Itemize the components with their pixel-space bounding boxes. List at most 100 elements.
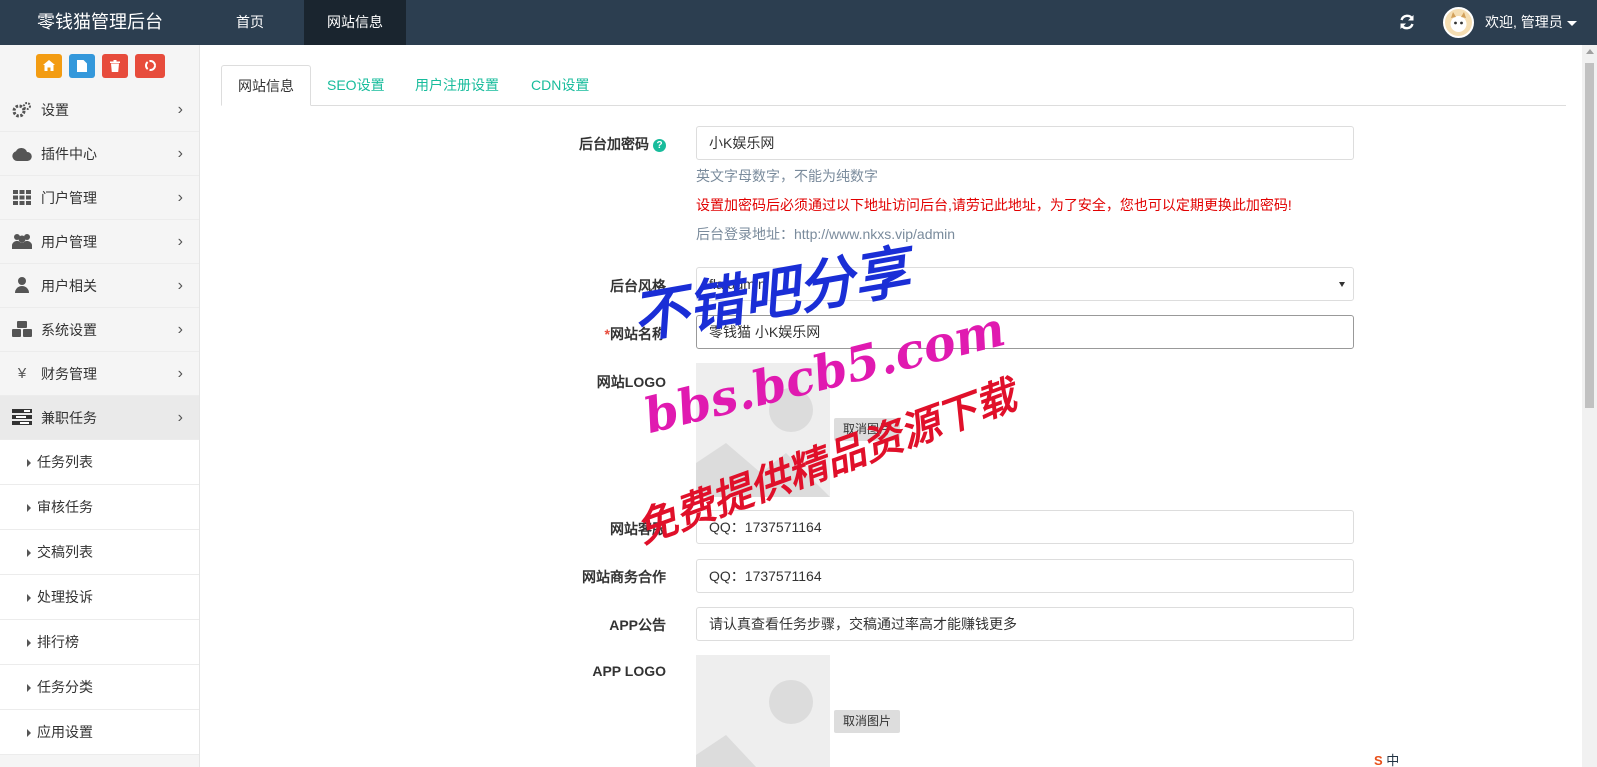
sidebar-subitem-label: 审核任务 [37,499,93,515]
sidebar-item-label: 门户管理 [41,190,97,206]
app-logo-cancel-button[interactable]: 取消图片 [834,710,900,733]
admin-style-select[interactable]: flatadmin [696,267,1354,301]
refresh-icon[interactable] [1397,12,1417,32]
ime-mode: 中 [1386,753,1400,767]
sidebar-subitem-label: 任务分类 [37,679,93,695]
ime-logo-icon: S [1374,753,1383,767]
site-logo-cancel-button[interactable]: 取消图片 [834,418,900,441]
sidebar-item-settings[interactable]: 设置 › [0,88,199,132]
caret-right-icon [27,729,31,737]
scrollbar-thumb[interactable] [1585,63,1594,408]
caret-down-icon [1566,20,1577,26]
sidebar-item-label: 兼职任务 [41,410,97,426]
business-label: 网站商务合作 [582,569,666,585]
app-notice-input[interactable]: 请认真查看任务步骤，交稿通过率高才能赚钱更多 [696,607,1354,641]
app-notice-label: APP公告 [609,617,666,633]
sidebar: 设置 › 插件中心 › 门户管理 › 用户管理 › 用户相关 › 系统设置 › … [0,45,200,767]
ime-tray[interactable]: S 中 [1370,750,1404,767]
sidebar-item-plugins[interactable]: 插件中心 › [0,132,199,176]
chevron-right-icon: › [177,409,183,426]
sidebar-subitem-submissions[interactable]: 交稿列表 [0,530,199,575]
home-icon[interactable] [36,54,62,78]
admin-code-input[interactable]: 小K娱乐网 [696,126,1354,160]
site-name-label-text: 网站名称 [610,326,666,342]
sidebar-item-label: 财务管理 [41,366,97,382]
site-name-label: *网站名称 [200,324,666,344]
help-icon[interactable]: ? [653,138,666,152]
admin-style-label: 后台风格 [610,278,666,294]
sidebar-subitem-app-settings[interactable]: 应用设置 [0,710,199,755]
page-scrollbar[interactable] [1582,45,1597,767]
sidebar-item-label: 插件中心 [41,146,97,162]
caret-right-icon [27,639,31,647]
sidebar-subitem-complaints[interactable]: 处理投诉 [0,575,199,620]
sidebar-subitem-label: 应用设置 [37,724,93,740]
caret-down-icon [1339,282,1345,287]
admin-code-warning: 设置加密码后必须通过以下地址访问后台,请劳记此地址，为了安全，您也可以定期更换此… [696,197,1292,213]
site-logo-placeholder-image[interactable] [696,363,830,497]
scroll-up-arrow-icon[interactable] [1586,49,1594,54]
sidebar-subitem-label: 排行榜 [37,634,79,650]
chevron-right-icon: › [177,233,183,250]
tab-seo[interactable]: SEO设置 [311,65,401,106]
caret-right-icon [27,549,31,557]
chevron-right-icon: › [177,365,183,382]
sidebar-subitem-ranking[interactable]: 排行榜 [0,620,199,665]
tab-user-registration[interactable]: 用户注册设置 [399,65,515,106]
admin-code-label: 后台加密码? [200,134,666,154]
sidebar-item-finance[interactable]: ¥ 财务管理 › [0,352,199,396]
chevron-right-icon: › [177,321,183,338]
sidebar-item-system-settings[interactable]: 系统设置 › [0,308,199,352]
top-navbar: 零钱猫管理后台 首页 网站信息 欢迎, 管理员 [0,0,1597,45]
user-icon [12,277,32,295]
chevron-right-icon: › [177,145,183,162]
file-icon[interactable] [69,54,95,78]
app-logo-placeholder-image[interactable] [696,655,830,767]
caret-right-icon [27,684,31,692]
nav-home-tab[interactable]: 首页 [210,0,290,45]
sidebar-item-label: 系统设置 [41,322,97,338]
admin-login-url: 后台登录地址：http://www.nkxs.vip/admin [696,226,956,242]
nav-site-info-tab[interactable]: 网站信息 [304,0,406,45]
admin-code-hint: 英文字母数字，不能为纯数字 [696,168,878,184]
main-content: 网站信息 SEO设置 用户注册设置 CDN设置 后台加密码? 小K娱乐网 英文字… [200,45,1580,767]
sidebar-item-user-related[interactable]: 用户相关 › [0,264,199,308]
settings-tabs: 网站信息 SEO设置 用户注册设置 CDN设置 [221,65,1566,106]
service-label: 网站客服 [610,521,666,537]
admin-style-value: flatadmin [709,276,766,292]
sidebar-item-label: 用户管理 [41,234,97,250]
business-input[interactable]: QQ：1737571164 [696,559,1354,593]
chevron-right-icon: › [177,101,183,118]
user-menu[interactable]: 欢迎, 管理员 [1485,0,1577,45]
sidebar-item-users[interactable]: 用户管理 › [0,220,199,264]
trash-icon[interactable] [102,54,128,78]
tab-cdn[interactable]: CDN设置 [515,65,605,106]
grid-icon [12,189,32,207]
sidebar-item-part-time-tasks[interactable]: 兼职任务 › [0,396,199,440]
site-logo-label: 网站LOGO [596,374,666,390]
sidebar-menu: 设置 › 插件中心 › 门户管理 › 用户管理 › 用户相关 › 系统设置 › … [0,88,199,755]
tab-site-info[interactable]: 网站信息 [221,65,311,106]
sidebar-subitem-task-categories[interactable]: 任务分类 [0,665,199,710]
cubes-icon [12,321,32,339]
service-input[interactable]: QQ：1737571164 [696,510,1354,544]
sidebar-item-portal[interactable]: 门户管理 › [0,176,199,220]
sidebar-item-label: 设置 [41,102,69,118]
welcome-text: 欢迎, 管理员 [1485,14,1563,30]
site-name-input[interactable]: 零钱猫 小K娱乐网 [696,315,1354,349]
sidebar-item-label: 用户相关 [41,278,97,294]
sidebar-subitem-task-list[interactable]: 任务列表 [0,440,199,485]
sidebar-subitem-label: 处理投诉 [37,589,93,605]
avatar[interactable] [1443,7,1474,38]
chevron-right-icon: › [177,189,183,206]
users-icon [11,233,33,251]
sidebar-subitem-review-tasks[interactable]: 审核任务 [0,485,199,530]
app-logo-label: APP LOGO [592,663,666,679]
yen-icon: ¥ [17,365,27,382]
app-title[interactable]: 零钱猫管理后台 [0,0,200,45]
cloud-icon [12,145,32,163]
recycle-icon[interactable] [135,54,165,78]
sidebar-subitem-label: 交稿列表 [37,544,93,560]
caret-right-icon [27,459,31,467]
caret-right-icon [27,504,31,512]
